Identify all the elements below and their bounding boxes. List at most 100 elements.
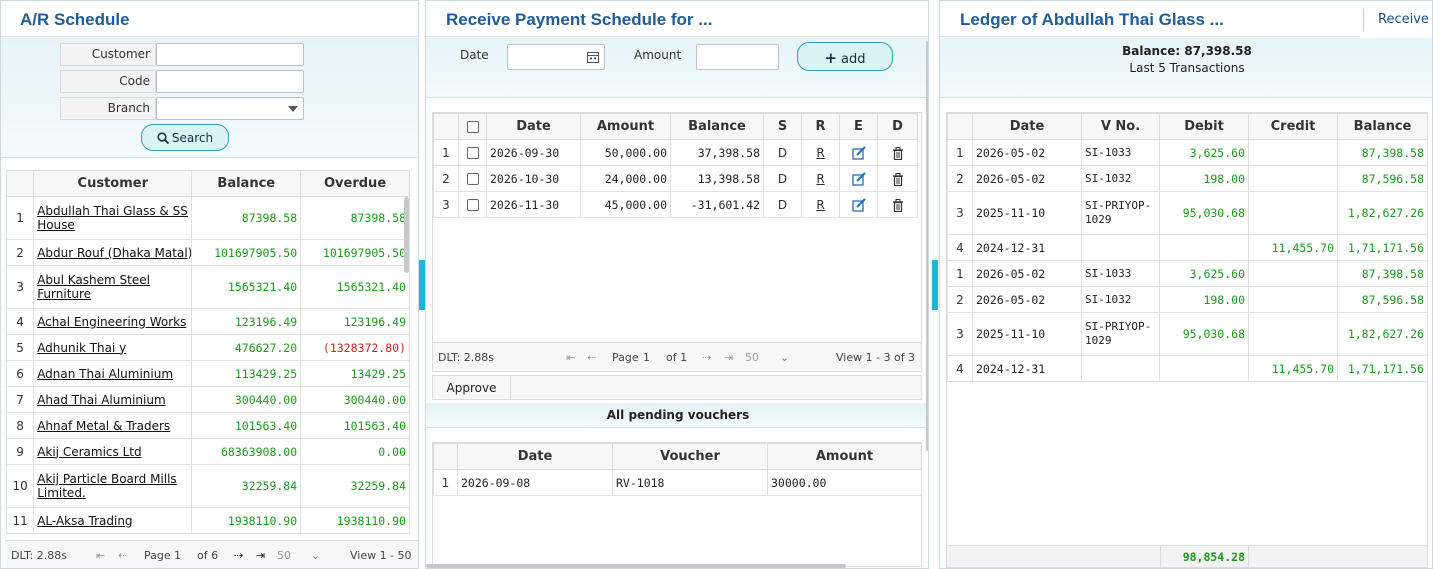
column-header-overdue[interactable]: Overdue bbox=[300, 170, 410, 197]
table-row[interactable]: 4 Achal Engineering Works 123196.49 123196.… bbox=[6, 308, 410, 335]
edit-icon[interactable] bbox=[851, 172, 866, 186]
balance-cell: 1,71,171.56 bbox=[1337, 234, 1428, 261]
customer-link[interactable]: Abul Kashem Steel Furniture bbox=[37, 273, 150, 301]
status-cell[interactable]: D bbox=[763, 139, 802, 166]
table-row[interactable]: 3 2025-11-10 SI-PRIYOP-1029 95,030.68 1,82,6… bbox=[947, 312, 1428, 356]
add-button[interactable]: + add bbox=[797, 42, 893, 71]
row-checkbox[interactable] bbox=[466, 199, 479, 211]
receive-button[interactable]: Receive bbox=[1363, 9, 1432, 31]
first-page-icon[interactable]: ⇤ bbox=[566, 351, 575, 364]
approve-button[interactable]: Approve bbox=[433, 376, 511, 399]
page-input[interactable]: 1 bbox=[174, 549, 181, 562]
table-row[interactable]: 1 Abdullah Thai Glass & SS House 87398.58 8… bbox=[6, 196, 410, 240]
column-header-date[interactable]: Date bbox=[457, 443, 613, 470]
column-header-debit[interactable]: Debit bbox=[1159, 113, 1249, 140]
column-header-balance[interactable]: Balance bbox=[670, 113, 764, 140]
status-cell[interactable]: D bbox=[763, 191, 802, 218]
receive-link[interactable]: R bbox=[801, 139, 840, 166]
panel-splitter-right[interactable] bbox=[932, 260, 938, 310]
column-header-balance[interactable]: Balance bbox=[191, 170, 302, 197]
column-header-r[interactable]: R bbox=[801, 113, 840, 140]
column-header-s[interactable]: S bbox=[763, 113, 802, 140]
first-page-icon[interactable]: ⇤ bbox=[96, 549, 105, 562]
customer-link[interactable]: Abdur Rouf (Dhaka Matal) bbox=[37, 246, 191, 260]
date-input[interactable] bbox=[507, 44, 605, 70]
date-cell: 2025-11-10 bbox=[972, 191, 1082, 235]
table-row[interactable]: 6 Adnan Thai Aluminium 113429.25 13429.25 bbox=[6, 360, 410, 387]
date-cell: 2026-11-30 bbox=[486, 191, 581, 218]
table-row[interactable]: 4 2024-12-31 11,455.70 1,71,171.56 bbox=[947, 355, 1428, 382]
edit-icon[interactable] bbox=[851, 198, 866, 212]
branch-select[interactable] bbox=[156, 97, 304, 120]
select-all-checkbox[interactable] bbox=[466, 120, 479, 133]
receive-link[interactable]: R bbox=[801, 191, 840, 218]
table-row[interactable]: 2 2026-05-02 SI-1032 198.00 87,596.58 bbox=[947, 286, 1428, 313]
table-row[interactable]: 3 2026-11-30 45,000.00 -31,601.42 D R bbox=[433, 191, 918, 218]
code-input[interactable] bbox=[156, 70, 304, 93]
page-input[interactable]: 1 bbox=[643, 351, 650, 364]
customer-input[interactable] bbox=[156, 43, 304, 66]
amount-input[interactable] bbox=[696, 44, 779, 70]
customer-link[interactable]: Akij Particle Board Mills Limited. bbox=[37, 472, 176, 500]
table-row[interactable]: 1 2026-05-02 SI-1033 3,625.60 87,398.58 bbox=[947, 139, 1428, 166]
customer-link[interactable]: Ahad Thai Aluminium bbox=[37, 393, 165, 407]
rows-per-page-select[interactable]: 50 bbox=[745, 351, 759, 364]
table-row[interactable]: 7 Ahad Thai Aluminium 300440.00 300440.00 bbox=[6, 386, 410, 413]
customer-link[interactable]: Achal Engineering Works bbox=[37, 315, 186, 329]
column-header-e[interactable]: E bbox=[839, 113, 878, 140]
table-row[interactable]: 1 2026-09-30 50,000.00 37,398.58 D R bbox=[433, 139, 918, 166]
edit-icon[interactable] bbox=[851, 146, 866, 160]
search-button[interactable]: Search bbox=[141, 124, 229, 151]
customer-link[interactable]: Akij Ceramics Ltd bbox=[37, 445, 141, 459]
table-row[interactable]: 11 AL-Aksa Trading 1938110.90 1938110.90 bbox=[6, 507, 410, 534]
row-number-header bbox=[6, 170, 35, 197]
table-row[interactable]: 1 2026-09-08 RV-1018 30000.00 bbox=[433, 469, 922, 496]
table-row[interactable]: 9 Akij Ceramics Ltd 68363908.00 0.00 bbox=[6, 438, 410, 465]
prev-page-icon[interactable]: ⇠ bbox=[118, 549, 127, 562]
row-checkbox[interactable] bbox=[466, 147, 479, 159]
customer-link[interactable]: AL-Aksa Trading bbox=[37, 514, 132, 528]
row-checkbox[interactable] bbox=[466, 173, 479, 185]
customer-cell: Abul Kashem Steel Furniture bbox=[33, 265, 193, 309]
trash-icon[interactable] bbox=[892, 172, 904, 186]
table-row[interactable]: 3 2025-11-10 SI-PRIYOP-1029 95,030.68 1,82,6… bbox=[947, 191, 1428, 235]
ledger-title: Ledger of Abdullah Thai Glass ... bbox=[940, 1, 1360, 37]
trash-icon[interactable] bbox=[892, 146, 904, 160]
ar-scrollbar[interactable] bbox=[404, 197, 409, 273]
last-page-icon[interactable]: ⇥ bbox=[256, 549, 265, 562]
prev-page-icon[interactable]: ⇠ bbox=[587, 351, 596, 364]
schedule-grid: Date Amount Balance S R E D 1 2026-09-30 5… bbox=[432, 112, 922, 372]
column-header-credit[interactable]: Credit bbox=[1248, 113, 1338, 140]
pending-horizontal-scrollbar[interactable] bbox=[426, 564, 846, 568]
customer-link[interactable]: Ahnaf Metal & Traders bbox=[37, 419, 170, 433]
trash-icon[interactable] bbox=[892, 198, 904, 212]
table-row[interactable]: 3 Abul Kashem Steel Furniture 1565321.40 15… bbox=[6, 265, 410, 309]
column-header-customer[interactable]: Customer bbox=[33, 170, 193, 197]
last-page-icon[interactable]: ⇥ bbox=[724, 351, 733, 364]
status-cell[interactable]: D bbox=[763, 165, 802, 192]
table-row[interactable]: 2 Abdur Rouf (Dhaka Matal) 101697905.50 101… bbox=[6, 239, 410, 266]
column-header-amount[interactable]: Amount bbox=[580, 113, 671, 140]
customer-link[interactable]: Adnan Thai Aluminium bbox=[37, 367, 173, 381]
table-row[interactable]: 8 Ahnaf Metal & Traders 101563.40 101563.40 bbox=[6, 412, 410, 439]
table-row[interactable]: 2 2026-05-02 SI-1032 198.00 87,596.58 bbox=[947, 165, 1428, 192]
column-header-d[interactable]: D bbox=[877, 113, 918, 140]
rows-per-page-select[interactable]: 50 bbox=[277, 549, 291, 562]
customer-link[interactable]: Adhunik Thai y bbox=[37, 341, 126, 355]
table-row[interactable]: 10 Akij Particle Board Mills Limited. 3225… bbox=[6, 464, 410, 508]
column-header-amount[interactable]: Amount bbox=[767, 443, 922, 470]
next-page-icon[interactable]: ⇢ bbox=[702, 351, 711, 364]
table-row[interactable]: 4 2024-12-31 11,455.70 1,71,171.56 bbox=[947, 234, 1428, 261]
receive-link[interactable]: R bbox=[801, 165, 840, 192]
table-row[interactable]: 1 2026-05-02 SI-1033 3,625.60 87,398.58 bbox=[947, 260, 1428, 287]
table-row[interactable]: 5 Adhunik Thai y 476627.20 (1328372.80) bbox=[6, 334, 410, 361]
table-row[interactable]: 2 2026-10-30 24,000.00 13,398.58 D R bbox=[433, 165, 918, 192]
column-header-balance[interactable]: Balance bbox=[1337, 113, 1428, 140]
column-header-vno[interactable]: V No. bbox=[1081, 113, 1160, 140]
column-header-date[interactable]: Date bbox=[486, 113, 581, 140]
schedule-vertical-scrollbar[interactable] bbox=[926, 41, 928, 451]
column-header-date[interactable]: Date bbox=[972, 113, 1082, 140]
next-page-icon[interactable]: ⇢ bbox=[234, 549, 243, 562]
customer-link[interactable]: Abdullah Thai Glass & SS House bbox=[37, 204, 188, 232]
column-header-voucher[interactable]: Voucher bbox=[612, 443, 768, 470]
